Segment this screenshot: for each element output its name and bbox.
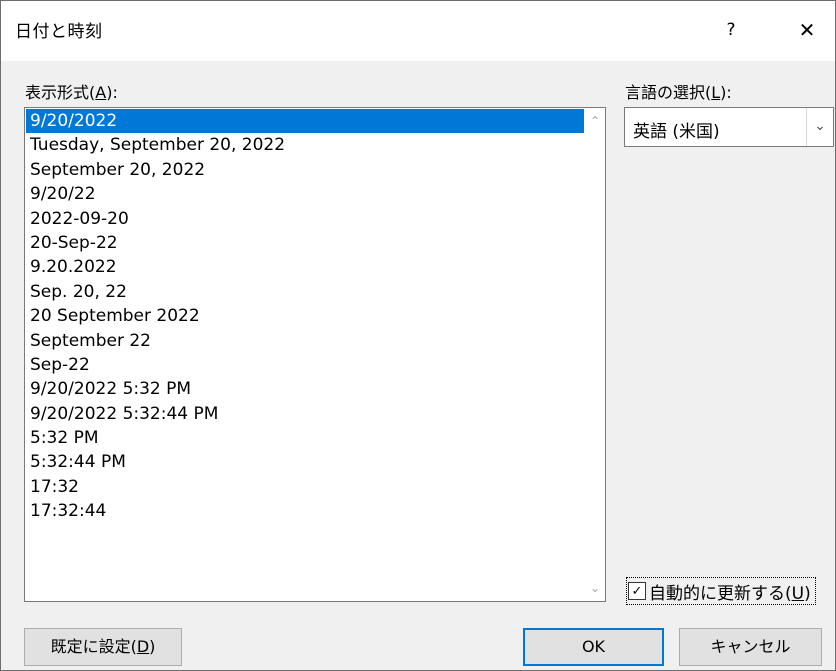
language-label-accesskey: L bbox=[711, 83, 721, 102]
format-list-item[interactable]: September 22 bbox=[26, 329, 584, 353]
format-list-item[interactable]: Sep. 20, 22 bbox=[26, 280, 584, 304]
format-list-item[interactable]: 20 September 2022 bbox=[26, 304, 584, 328]
scroll-down-icon[interactable]: ⌄ bbox=[589, 582, 601, 594]
auto-update-checkbox[interactable]: ✓ 自動的に更新する(U) bbox=[626, 577, 816, 605]
auto-update-label-text: 自動的に更新する( bbox=[649, 583, 792, 604]
chevron-down-icon[interactable]: ⌄ bbox=[806, 108, 833, 146]
help-button[interactable]: ? bbox=[717, 17, 745, 43]
auto-update-label: 自動的に更新する(U) bbox=[649, 579, 811, 604]
set-default-accesskey: D bbox=[136, 637, 150, 656]
format-list-item[interactable]: 20-Sep-22 bbox=[26, 231, 584, 255]
formats-listbox[interactable]: 9/20/2022 Tuesday, September 20, 2022 Sept… bbox=[24, 107, 606, 602]
format-list-item[interactable]: 9/20/2022 5:32 PM bbox=[26, 377, 584, 401]
close-button[interactable]: ✕ bbox=[793, 17, 821, 43]
auto-update-label-suffix: ) bbox=[804, 583, 811, 604]
date-time-dialog: 日付と時刻 ? ✕ 表示形式(A): 9/20/2022 Tuesday, Sep… bbox=[0, 0, 836, 671]
language-label: 言語の選択(L): bbox=[625, 79, 732, 103]
format-list-item[interactable]: 17:32 bbox=[26, 475, 584, 499]
format-list-item[interactable]: 5:32 PM bbox=[26, 426, 584, 450]
ok-button[interactable]: OK bbox=[523, 628, 664, 666]
format-list-item[interactable]: September 20, 2022 bbox=[26, 158, 584, 182]
format-list-item[interactable]: 9/20/22 bbox=[26, 182, 584, 206]
scroll-up-icon[interactable]: ⌃ bbox=[589, 115, 601, 127]
format-list-item[interactable]: 9.20.2022 bbox=[26, 255, 584, 279]
auto-update-accesskey: U bbox=[791, 583, 805, 604]
language-select-value: 英語 (米国) bbox=[633, 122, 720, 142]
format-list-item[interactable]: 5:32:44 PM bbox=[26, 450, 584, 474]
formats-label-accesskey: A bbox=[95, 83, 107, 102]
set-default-label-suffix: ) bbox=[149, 637, 156, 656]
checkbox-check-icon[interactable]: ✓ bbox=[628, 582, 646, 600]
set-default-button[interactable]: 既定に設定(D) bbox=[24, 628, 182, 666]
language-select[interactable]: 英語 (米国) ⌄ bbox=[624, 107, 834, 147]
language-label-suffix: ): bbox=[720, 83, 732, 102]
set-default-label: 既定に設定( bbox=[50, 637, 137, 656]
language-label-text: 言語の選択( bbox=[625, 83, 712, 102]
title-bar: 日付と時刻 ? ✕ bbox=[1, 1, 835, 61]
formats-list: 9/20/2022 Tuesday, September 20, 2022 Sept… bbox=[26, 109, 584, 524]
format-list-item[interactable]: 2022-09-20 bbox=[26, 207, 584, 231]
cancel-button[interactable]: キャンセル bbox=[679, 628, 822, 666]
formats-label-text: 表示形式( bbox=[25, 83, 96, 102]
format-list-item[interactable]: Sep-22 bbox=[26, 353, 584, 377]
formats-label: 表示形式(A): bbox=[25, 79, 118, 103]
listbox-scrollbar[interactable]: ⌃ ⌄ bbox=[585, 108, 605, 601]
format-list-item[interactable]: 17:32:44 bbox=[26, 499, 584, 523]
dialog-title: 日付と時刻 bbox=[15, 22, 103, 42]
format-list-item[interactable]: 9/20/2022 bbox=[26, 109, 584, 134]
formats-label-suffix: ): bbox=[106, 83, 118, 102]
format-list-item[interactable]: Tuesday, September 20, 2022 bbox=[26, 133, 584, 157]
format-list-item[interactable]: 9/20/2022 5:32:44 PM bbox=[26, 402, 584, 426]
